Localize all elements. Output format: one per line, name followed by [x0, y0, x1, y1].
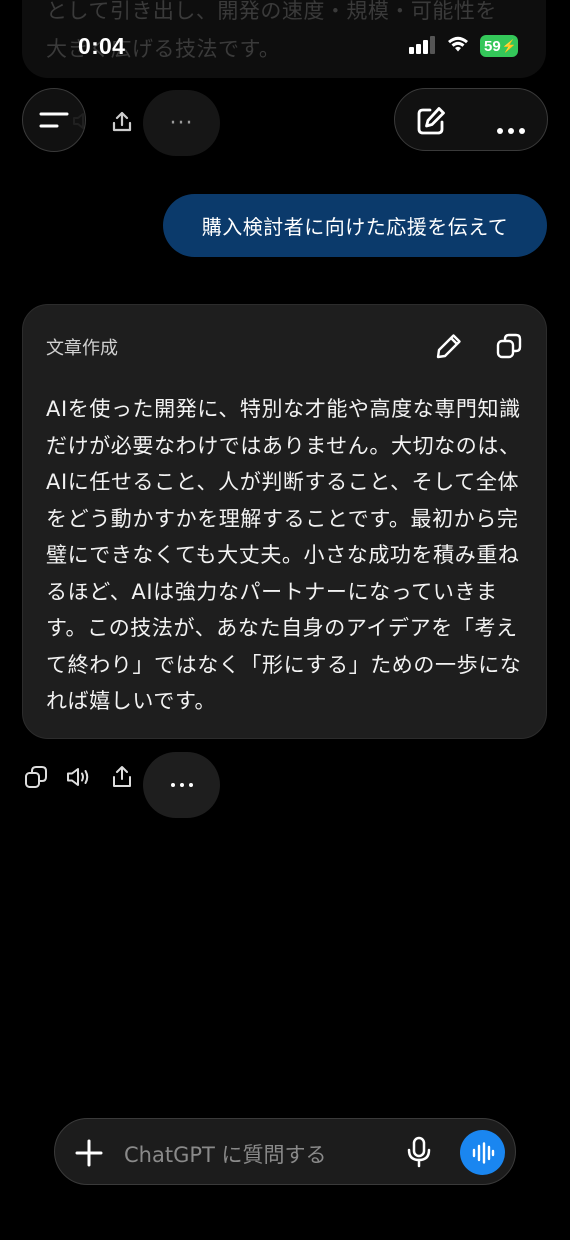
microphone-icon[interactable]: [405, 1136, 433, 1168]
message-composer: ChatGPT に質問する: [54, 1118, 516, 1185]
assistant-writing-card: 文章作成 AIを使った開発に、特別な才能や高度な専門知識だけが必要なわけではあり…: [22, 304, 547, 739]
ellipsis-icon: ···: [169, 110, 194, 136]
edit-pencil-icon[interactable]: [435, 332, 463, 360]
charging-bolt-icon: ⚡: [501, 39, 517, 53]
message-more-button[interactable]: [143, 752, 220, 818]
cellular-signal-icon: [409, 36, 437, 54]
share-icon[interactable]: [111, 110, 133, 134]
voice-mode-button[interactable]: [460, 1130, 505, 1175]
add-attachment-icon[interactable]: [75, 1139, 103, 1167]
battery-indicator: 59 ⚡: [480, 35, 518, 57]
voice-waveform-icon: [472, 1141, 494, 1164]
battery-level: 59: [484, 37, 501, 55]
share-icon[interactable]: [111, 765, 133, 789]
new-chat-button[interactable]: [415, 105, 447, 137]
copy-icon[interactable]: [495, 332, 523, 360]
read-aloud-icon[interactable]: [66, 765, 92, 789]
assistant-message-text: AIを使った開発に、特別な才能や高度な専門知識だけが必要なわけではありません。大…: [46, 397, 522, 713]
card-label: 文章作成: [46, 338, 118, 359]
header-actions: [394, 88, 548, 151]
previous-message-line: として引き出し、開発の速度・規模・可能性を: [46, 0, 497, 23]
message-input[interactable]: ChatGPT に質問する: [124, 1139, 327, 1169]
user-message-bubble: 購入検討者に向けた応援を伝えて: [163, 194, 547, 257]
wifi-icon: [448, 36, 468, 52]
status-time: 0:04: [78, 33, 126, 59]
menu-icon: [39, 112, 69, 128]
header-more-button[interactable]: [497, 119, 530, 138]
copy-icon[interactable]: [24, 765, 48, 789]
more-options-button[interactable]: ···: [143, 90, 220, 156]
sidebar-menu-button[interactable]: [22, 88, 86, 152]
